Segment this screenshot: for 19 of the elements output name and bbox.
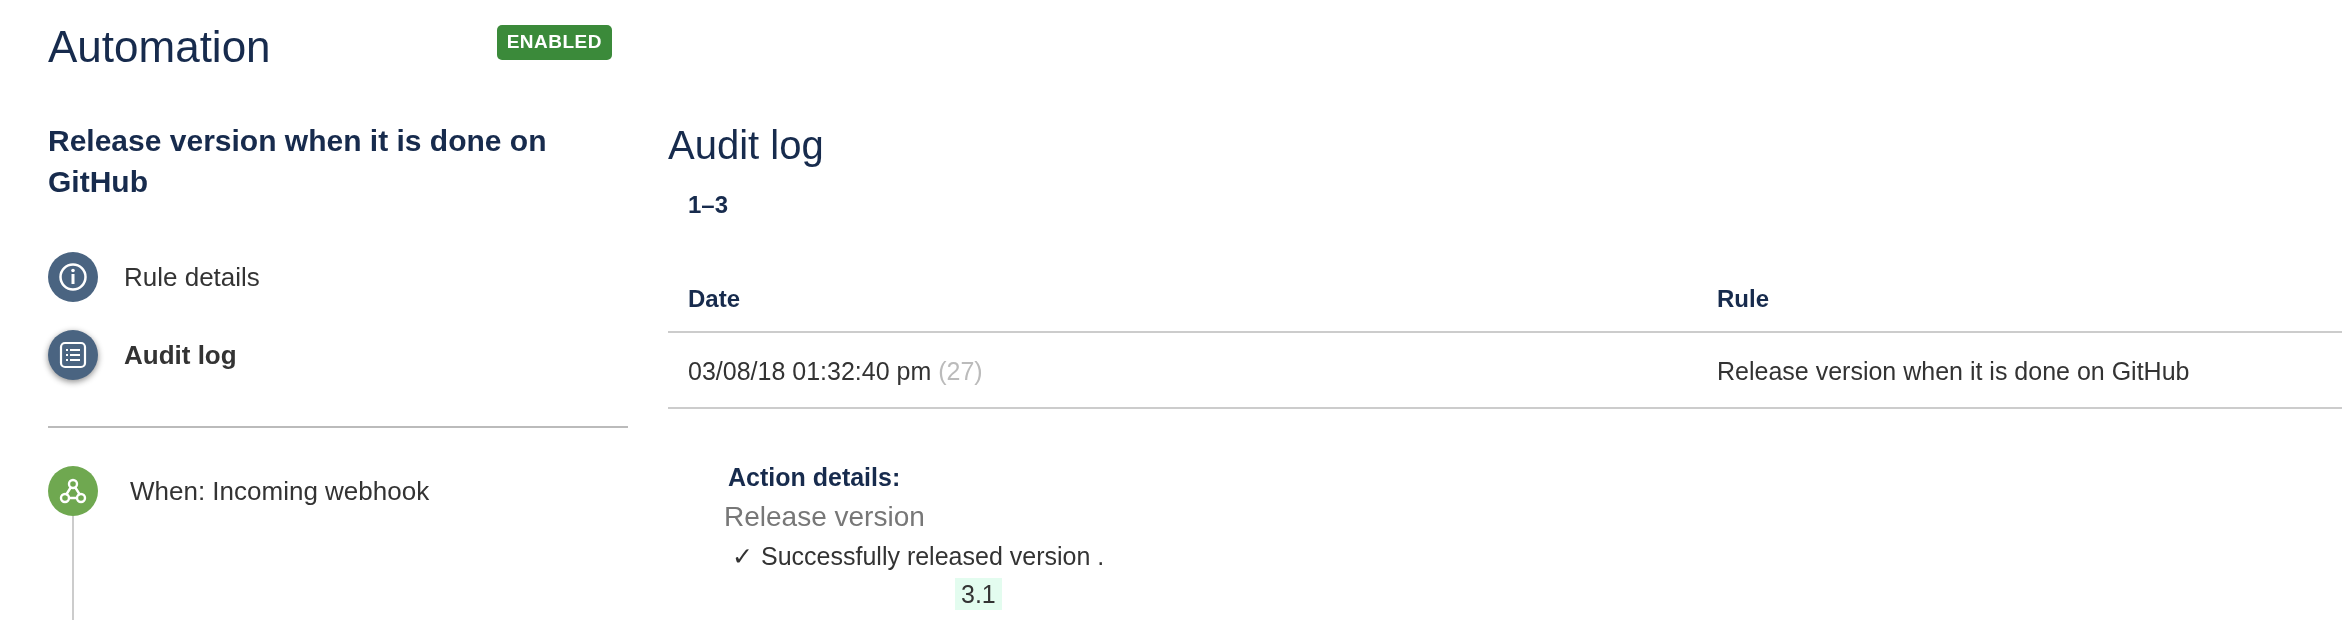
trigger-label: When: Incoming webhook [130,474,430,508]
version-tag: 3.1 [955,577,1002,610]
rule-name: Release version when it is done on GitHub [48,123,548,200]
details-heading: Action details: [728,461,902,493]
sidebar-item[interactable]: Rule details [48,252,628,302]
list-icon [59,341,87,369]
info-icon [58,262,88,292]
column-header: Date [668,261,1697,332]
status-message: Successfully released version . [761,541,1105,572]
result-range: 1–3 [688,190,730,220]
column-header: Rule [1697,261,2342,332]
check-icon: ✓ [732,538,753,576]
sidebar-item[interactable]: Audit log [48,330,628,380]
status-badge: ENABLED [496,25,612,60]
table-cell: Release version when it is done on GitHub [1697,332,2342,408]
page-title: Automation [48,25,271,69]
date-cell: 03/08/18 01:32:40 pm (27) [668,332,1697,408]
section-title: Audit log [668,125,825,165]
action-name: Release version [724,500,926,534]
